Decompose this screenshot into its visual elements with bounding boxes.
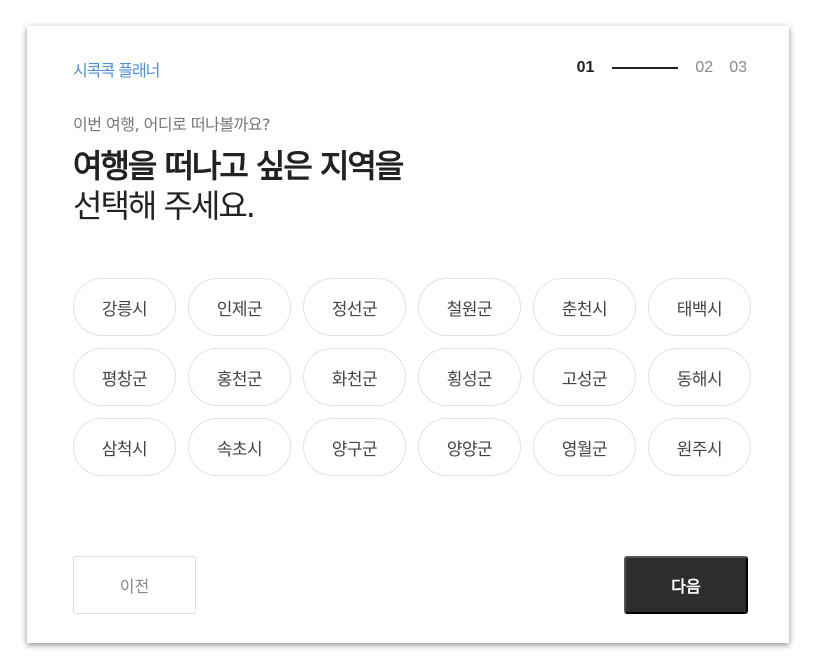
region-chip-yangyang[interactable]: 양양군 [418, 418, 521, 476]
region-chip-chuncheon[interactable]: 춘천시 [533, 278, 636, 336]
region-chip-hoengseong[interactable]: 횡성군 [418, 348, 521, 406]
region-chip-jeongseon[interactable]: 정선군 [303, 278, 406, 336]
step-indicator: 01 02 03 [577, 59, 747, 77]
region-chip-grid: 강릉시 인제군 정선군 철원군 춘천시 태백시 평창군 홍천군 화천군 횡성군 … [73, 278, 751, 476]
region-chip-gangneung[interactable]: 강릉시 [73, 278, 176, 336]
region-chip-goseong[interactable]: 고성군 [533, 348, 636, 406]
region-chip-yeongwol[interactable]: 영월군 [533, 418, 636, 476]
step-3: 03 [729, 59, 747, 76]
region-chip-cheorwon[interactable]: 철원군 [418, 278, 521, 336]
headline-bold: 여행을 떠나고 싶은 지역을 [73, 147, 404, 185]
planner-card: 시콕콕 플래너 01 02 03 이번 여행, 어디로 떠나볼까요? 여행을 떠… [27, 26, 789, 643]
region-chip-sokcho[interactable]: 속초시 [188, 418, 291, 476]
region-chip-donghae[interactable]: 동해시 [648, 348, 751, 406]
region-chip-wonju[interactable]: 원주시 [648, 418, 751, 476]
region-chip-yanggu[interactable]: 양구군 [303, 418, 406, 476]
headline-light: 선택해 주세요. [73, 187, 256, 225]
region-chip-hongcheon[interactable]: 홍천군 [188, 348, 291, 406]
region-chip-pyeongchang[interactable]: 평창군 [73, 348, 176, 406]
step-2: 02 [695, 59, 714, 76]
region-chip-samcheok[interactable]: 삼척시 [73, 418, 176, 476]
step-progress-line [612, 67, 679, 69]
next-button[interactable]: 다음 [624, 556, 748, 614]
prev-button[interactable]: 이전 [73, 556, 196, 614]
brand-logo: 시콕콕 플래너 [73, 61, 160, 80]
intro-subtitle: 이번 여행, 어디로 떠나볼까요? [73, 115, 270, 134]
region-chip-inje[interactable]: 인제군 [188, 278, 291, 336]
region-chip-taebaek[interactable]: 태백시 [648, 278, 751, 336]
page-title: 여행을 떠나고 싶은 지역을 선택해 주세요. [73, 146, 404, 226]
step-1: 01 [576, 59, 595, 76]
region-chip-hwacheon[interactable]: 화천군 [303, 348, 406, 406]
